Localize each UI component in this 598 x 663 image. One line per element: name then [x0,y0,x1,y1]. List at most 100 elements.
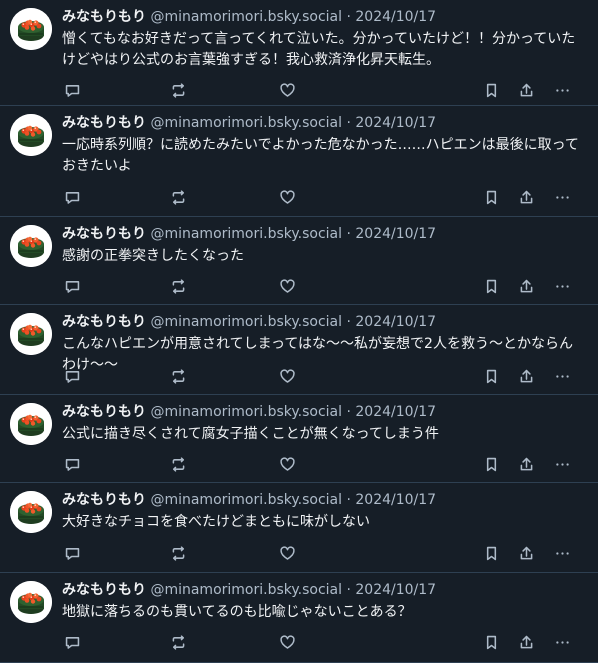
post-text: 地獄に落ちるのも貫いてるのも比喩じゃないことある？ [62,604,412,620]
share-button[interactable] [516,187,536,207]
author-handle[interactable]: @minamorimori.bsky.social [150,582,342,598]
more-options-button[interactable] [552,632,572,652]
author-handle[interactable]: @minamorimori.bsky.social [150,115,342,131]
repost-button[interactable] [168,276,188,296]
repost-button[interactable] [168,632,188,652]
reply-button[interactable] [62,454,82,474]
bookmark-button[interactable] [481,187,501,207]
bookmark-icon [483,545,500,562]
more-icon [554,278,571,295]
bookmark-button[interactable] [481,366,501,386]
author-handle[interactable]: @minamorimori.bsky.social [150,314,342,330]
repost-button[interactable] [168,454,188,474]
author-handle[interactable]: @minamorimori.bsky.social [150,9,342,25]
author-handle[interactable]: @minamorimori.bsky.social [150,226,342,242]
author-handle[interactable]: @minamorimori.bsky.social [150,492,342,508]
heart-icon [279,368,296,385]
repost-icon [170,545,187,562]
reply-button[interactable] [62,366,82,386]
more-options-button[interactable] [552,454,572,474]
more-options-button[interactable] [552,187,572,207]
post-item[interactable]: みなもりもり @minamorimori.bsky.social · 2024/… [0,305,598,395]
share-button[interactable] [516,366,536,386]
more-icon [554,82,571,99]
repost-button[interactable] [168,80,188,100]
avatar-icon[interactable] [10,403,52,445]
avatar-icon[interactable] [10,491,52,533]
more-options-button[interactable] [552,80,572,100]
share-button[interactable] [516,276,536,296]
bookmark-button[interactable] [481,454,501,474]
post-item[interactable]: みなもりもり @minamorimori.bsky.social · 2024/… [0,395,598,483]
reply-button[interactable] [62,187,82,207]
like-button[interactable] [277,187,297,207]
post-item[interactable]: みなもりもり @minamorimori.bsky.social · 2024/… [0,573,598,663]
avatar-icon[interactable] [10,581,52,623]
post-item[interactable]: みなもりもり @minamorimori.bsky.social · 2024/… [0,0,598,106]
like-button[interactable] [277,366,297,386]
more-icon [554,189,571,206]
post-date[interactable]: · 2024/10/17 [346,115,436,131]
post-date[interactable]: · 2024/10/17 [346,9,436,25]
repost-button[interactable] [168,187,188,207]
author-name[interactable]: みなもりもり [62,115,146,131]
repost-icon [170,278,187,295]
post-meta: みなもりもり @minamorimori.bsky.social · 2024/… [62,224,436,244]
more-options-button[interactable] [552,366,572,386]
share-button[interactable] [516,454,536,474]
author-name[interactable]: みなもりもり [62,314,146,330]
post-date[interactable]: · 2024/10/17 [346,404,436,420]
repost-button[interactable] [168,366,188,386]
reply-icon [64,634,81,651]
repost-button[interactable] [168,543,188,563]
like-button[interactable] [277,543,297,563]
reply-button[interactable] [62,632,82,652]
reply-icon [64,278,81,295]
repost-icon [170,82,187,99]
avatar-icon[interactable] [10,225,52,267]
more-options-button[interactable] [552,276,572,296]
author-name[interactable]: みなもりもり [62,226,146,242]
post-actions [62,187,580,207]
post-actions [62,80,580,100]
heart-icon [279,545,296,562]
bookmark-button[interactable] [481,543,501,563]
repost-icon [170,189,187,206]
author-name[interactable]: みなもりもり [62,492,146,508]
share-button[interactable] [516,632,536,652]
like-button[interactable] [277,80,297,100]
more-options-button[interactable] [552,543,572,563]
author-name[interactable]: みなもりもり [62,404,146,420]
post-date[interactable]: · 2024/10/17 [346,492,436,508]
bookmark-button[interactable] [481,276,501,296]
avatar-icon[interactable] [10,114,52,156]
bookmark-button[interactable] [481,632,501,652]
post-date[interactable]: · 2024/10/17 [346,226,436,242]
bookmark-button[interactable] [481,80,501,100]
reply-button[interactable] [62,80,82,100]
more-icon [554,545,571,562]
reply-icon [64,189,81,206]
more-icon [554,456,571,473]
like-button[interactable] [277,454,297,474]
post-date[interactable]: · 2024/10/17 [346,582,436,598]
avatar-icon[interactable] [10,313,52,355]
post-text: 感謝の正拳突きしたくなった [62,248,244,264]
like-button[interactable] [277,276,297,296]
like-button[interactable] [277,632,297,652]
author-name[interactable]: みなもりもり [62,582,146,598]
post-item[interactable]: みなもりもり @minamorimori.bsky.social · 2024/… [0,217,598,305]
post-date[interactable]: · 2024/10/17 [346,314,436,330]
share-button[interactable] [516,80,536,100]
reply-button[interactable] [62,276,82,296]
post-item[interactable]: みなもりもり @minamorimori.bsky.social · 2024/… [0,106,598,217]
post-meta: みなもりもり @minamorimori.bsky.social · 2024/… [62,580,436,600]
avatar-icon[interactable] [10,8,52,50]
author-name[interactable]: みなもりもり [62,9,146,25]
reply-button[interactable] [62,543,82,563]
reply-icon [64,368,81,385]
author-handle[interactable]: @minamorimori.bsky.social [150,404,342,420]
share-button[interactable] [516,543,536,563]
post-item[interactable]: みなもりもり @minamorimori.bsky.social · 2024/… [0,483,598,573]
post-text: 大好きなチョコを食べたけどまともに味がしない [62,514,370,530]
